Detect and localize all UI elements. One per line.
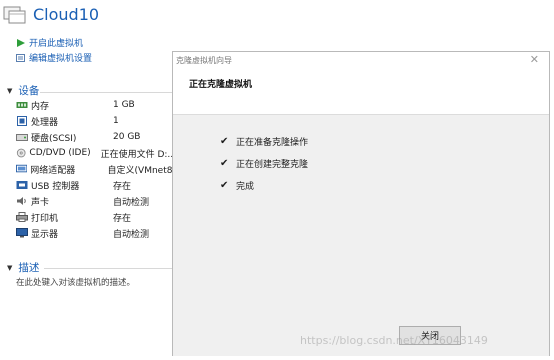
dialog-heading: 正在克隆虚拟机 xyxy=(189,80,253,90)
device-row-processor[interactable]: 处理器 1 xyxy=(16,114,176,128)
edit-vm-settings-link[interactable]: 编辑虚拟机设置 xyxy=(16,51,92,64)
clone-vm-wizard-dialog: 克隆虚拟机向导 ✕ 正在克隆虚拟机 ✔ 正在准备克隆操作 ✔ 正在创建完整克隆 … xyxy=(172,51,550,356)
device-row-network-adapter[interactable]: 网络适配器 自定义(VMnet8) xyxy=(16,162,176,176)
watermark-text: https://blog.csdn.net/XY16043149 xyxy=(300,334,488,347)
power-on-vm-label: 开启此虚拟机 xyxy=(29,39,84,49)
description-section-toggle[interactable]: ▼ 描述 xyxy=(7,260,39,275)
checkmark-icon: ✔ xyxy=(220,180,229,191)
devices-section-title: 设备 xyxy=(18,85,40,97)
device-name: 硬盘(SCSI) xyxy=(31,133,77,144)
device-name: 打印机 xyxy=(31,213,59,224)
virtual-machine-icon xyxy=(3,6,26,24)
step-label: 完成 xyxy=(236,182,255,192)
usb-icon xyxy=(16,181,28,189)
device-value: 自动检测 xyxy=(113,229,150,240)
devices-divider xyxy=(40,92,175,93)
chevron-down-icon: ▼ xyxy=(7,263,13,272)
device-value: 自定义(VMnet8) xyxy=(107,165,176,176)
device-value: 1 xyxy=(113,116,119,126)
clone-step-create-full-clone: ✔ 正在创建完整克隆 xyxy=(220,157,308,170)
device-value: 存在 xyxy=(113,181,132,192)
clone-step-finished: ✔ 完成 xyxy=(220,179,254,192)
device-name: 显示器 xyxy=(31,229,59,240)
memory-icon xyxy=(16,102,28,108)
chevron-down-icon: ▼ xyxy=(7,86,13,95)
device-row-sound-card[interactable]: 声卡 自动检测 xyxy=(16,194,176,208)
device-name: 声卡 xyxy=(31,197,50,208)
vm-name-title: Cloud10 xyxy=(33,5,100,24)
checkmark-icon: ✔ xyxy=(220,158,229,169)
device-row-memory[interactable]: 内存 1 GB xyxy=(16,98,176,112)
device-name: 处理器 xyxy=(31,117,59,128)
sound-card-icon xyxy=(17,197,26,205)
step-label: 正在准备克隆操作 xyxy=(236,138,309,148)
device-name: 网络适配器 xyxy=(30,165,76,176)
description-divider xyxy=(44,268,175,269)
device-name: USB 控制器 xyxy=(31,181,80,192)
cd-dvd-icon xyxy=(16,148,26,158)
description-section-title: 描述 xyxy=(18,262,40,274)
printer-icon xyxy=(16,212,28,222)
display-icon xyxy=(16,228,28,238)
step-label: 正在创建完整克隆 xyxy=(236,160,309,170)
device-value: 存在 xyxy=(113,213,132,224)
network-adapter-icon xyxy=(16,164,28,173)
dialog-titlebar[interactable]: 克隆虚拟机向导 ✕ xyxy=(173,52,549,69)
device-value: 正在使用文件 D:... xyxy=(100,149,176,160)
edit-vm-settings-label: 编辑虚拟机设置 xyxy=(29,54,93,64)
devices-section-toggle[interactable]: ▼ 设备 xyxy=(7,83,39,98)
device-row-harddisk[interactable]: 硬盘(SCSI) 20 GB xyxy=(16,130,176,144)
vm-header: Cloud10 xyxy=(0,0,554,32)
power-on-vm-link[interactable]: 开启此虚拟机 xyxy=(16,36,83,49)
device-row-cd-dvd[interactable]: CD/DVD (IDE) 正在使用文件 D:... xyxy=(16,146,176,160)
device-value: 20 GB xyxy=(113,132,141,142)
play-icon xyxy=(17,38,25,47)
vm-description-field[interactable]: 在此处键入对该虚拟机的描述。 xyxy=(16,276,135,288)
clone-step-prepare: ✔ 正在准备克隆操作 xyxy=(220,135,308,148)
harddisk-icon xyxy=(16,134,28,141)
close-icon[interactable]: ✕ xyxy=(530,53,539,66)
device-row-display[interactable]: 显示器 自动检测 xyxy=(16,226,176,240)
device-row-printer[interactable]: 打印机 存在 xyxy=(16,210,176,224)
device-value: 1 GB xyxy=(113,100,135,110)
checkmark-icon: ✔ xyxy=(220,136,229,147)
dialog-title: 克隆虚拟机向导 xyxy=(176,56,232,65)
edit-settings-icon xyxy=(16,53,25,62)
dialog-body: ✔ 正在准备克隆操作 ✔ 正在创建完整克隆 ✔ 完成 关闭 xyxy=(173,114,549,356)
device-row-usb-controller[interactable]: USB 控制器 存在 xyxy=(16,178,176,192)
processor-icon xyxy=(17,116,27,126)
device-name: 内存 xyxy=(31,101,50,112)
device-name: CD/DVD (IDE) xyxy=(29,148,91,158)
device-value: 自动检测 xyxy=(113,197,150,208)
